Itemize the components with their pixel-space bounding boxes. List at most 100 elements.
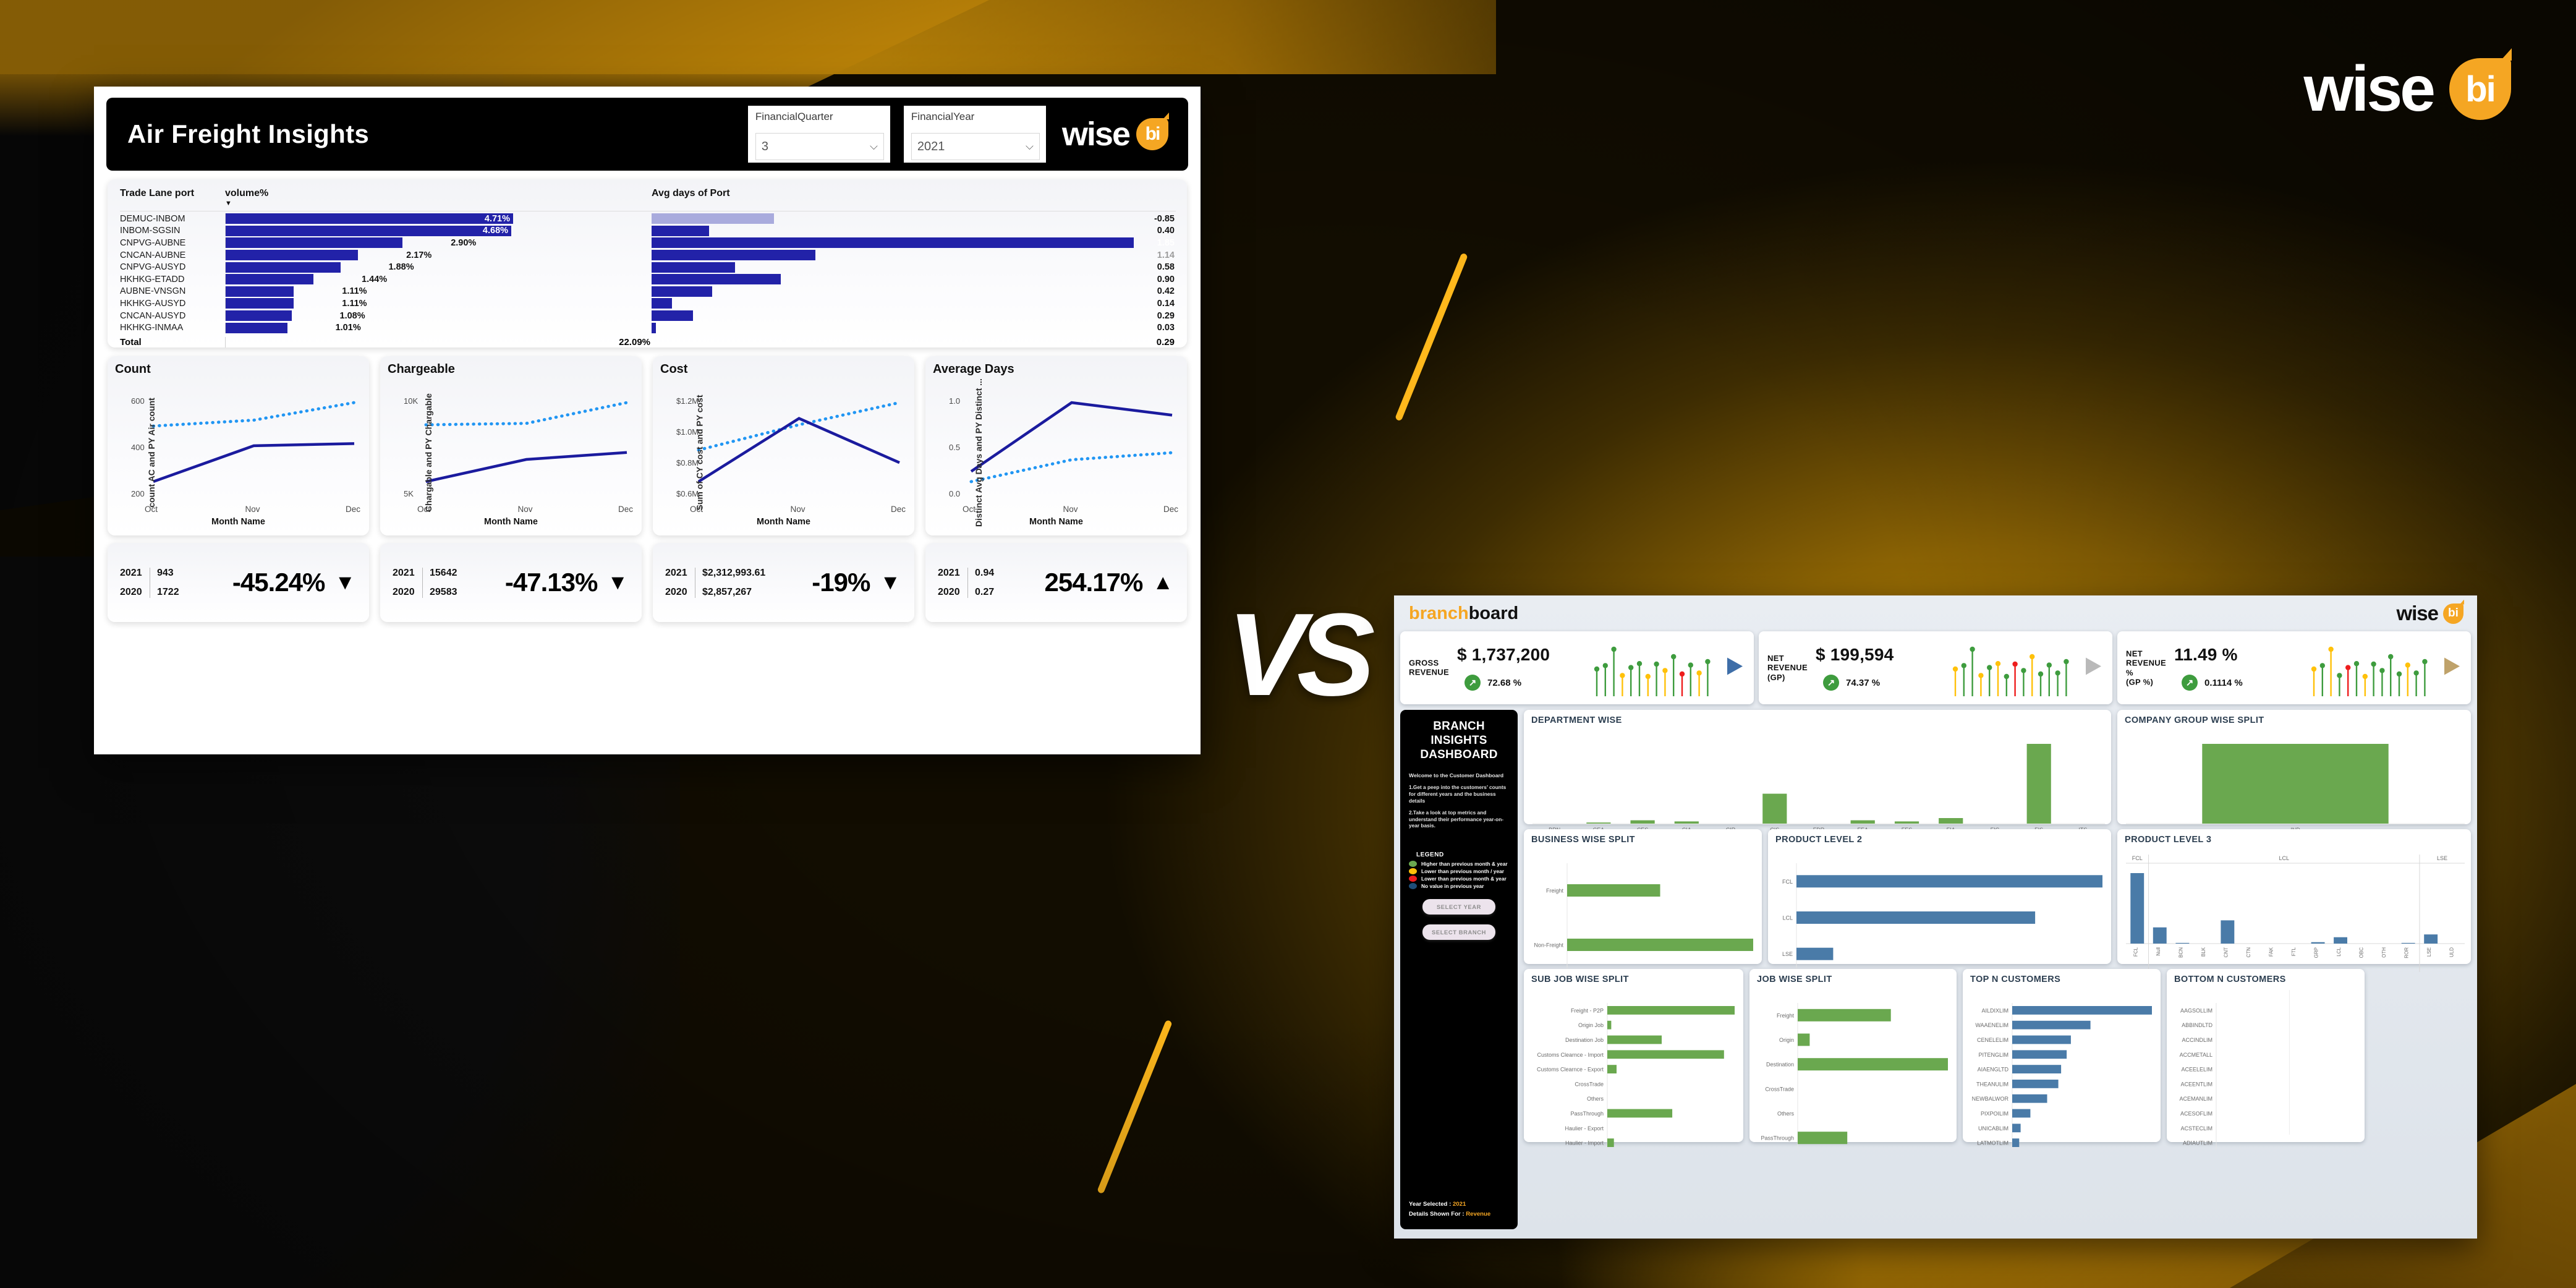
- bar[interactable]: [1567, 884, 1660, 897]
- bar[interactable]: [2401, 942, 2415, 944]
- table-row[interactable]: HKHKG-INMAA 1.01% 0.03: [120, 322, 1176, 334]
- bar[interactable]: [1674, 821, 1699, 824]
- bar[interactable]: [2334, 937, 2347, 944]
- column-header-lane[interactable]: Trade Lane port: [120, 188, 225, 207]
- chart-plot-area: 10K 5K Oct Nov Dec Chargable and PY Chargable…: [388, 377, 634, 529]
- slicer-dropdown[interactable]: 2021 ⌵: [911, 133, 1040, 160]
- bar[interactable]: [1607, 1065, 1617, 1073]
- sort-descending-icon[interactable]: ▼: [225, 200, 652, 207]
- y-axis-tick: 0.5: [949, 443, 961, 452]
- bar[interactable]: [1798, 1058, 1948, 1071]
- chart-plot-area: 1.0 0.5 0.0 Oct Nov Dec Distinct Avg Days and …: [933, 377, 1180, 529]
- kpi-gross-revenue[interactable]: GROSS REVENUE $ 1,737,200 ↗ 72.68 %: [1400, 631, 1754, 704]
- bar[interactable]: [1607, 1035, 1662, 1044]
- bar[interactable]: [2012, 1065, 2062, 1073]
- slicer-financial-quarter[interactable]: FinancialQuarter 3 ⌵: [747, 106, 890, 163]
- bar[interactable]: [2012, 1035, 2071, 1044]
- table-row[interactable]: DEMUC-INBOM 4.71% -0.85: [120, 213, 1176, 225]
- bar[interactable]: [2026, 744, 2051, 824]
- column-header-days[interactable]: Avg days of Port: [652, 188, 1176, 207]
- bar[interactable]: [1894, 821, 1919, 824]
- bar[interactable]: [1798, 1009, 1891, 1021]
- table-row[interactable]: CNPVG-AUBNE 2.90% 1.85: [120, 237, 1176, 249]
- bar[interactable]: [2202, 744, 2389, 824]
- kpi-net-revenue-gp-pct[interactable]: NET REVENUE% (GP %) 11.49 % ↗ 0.1114 %: [2117, 631, 2471, 704]
- play-arrow-icon[interactable]: [2442, 656, 2461, 680]
- chart-card-top-customers[interactable]: TOP N CUSTOMERS AILDIXLIM WAAENELIM CENELEL…: [1963, 969, 2161, 1150]
- chart-card-bottom-customers[interactable]: BOTTOM N CUSTOMERS AAGSOLLIM ABBINDLTD ACCI…: [2167, 969, 2365, 1150]
- bar[interactable]: [1939, 818, 1963, 824]
- sparkline-dot: [1952, 666, 1958, 672]
- bar[interactable]: [2012, 1094, 2047, 1103]
- bar[interactable]: [2012, 1050, 2067, 1059]
- bar[interactable]: [1762, 793, 1787, 824]
- chart-card-product-level-2[interactable]: PRODUCT LEVEL 2 FCL LCL LSE: [1768, 829, 2111, 972]
- chevron-down-icon[interactable]: ⌵: [870, 140, 878, 153]
- chevron-down-icon[interactable]: ⌵: [1026, 140, 1034, 153]
- bar[interactable]: [2012, 1109, 2031, 1118]
- sparkline-dot: [1654, 661, 1659, 667]
- table-row[interactable]: CNCAN-AUBNE 2.17% 1.14: [120, 249, 1176, 262]
- bar[interactable]: [1798, 1033, 1810, 1046]
- bar[interactable]: [1630, 820, 1655, 824]
- legend-color-dot: [1409, 868, 1417, 875]
- select-branch-button[interactable]: SELECT BRANCH: [1422, 924, 1495, 940]
- chart-card-company-group[interactable]: COMPANY GROUP WISE SPLIT IND: [2117, 710, 2471, 833]
- bar[interactable]: [1850, 820, 1875, 824]
- volume-value: 2.17%: [406, 250, 432, 260]
- table-row[interactable]: INBOM-SGSIN 4.68% 0.40: [120, 225, 1176, 237]
- select-year-button[interactable]: SELECT YEAR: [1422, 899, 1495, 915]
- chart-card-product-level-3[interactable]: PRODUCT LEVEL 3 FCL LCL LSE FCL Null BCN BLK CNT…: [2117, 829, 2471, 972]
- bar[interactable]: [1796, 911, 2036, 924]
- bar[interactable]: [1607, 1006, 1735, 1015]
- table-row[interactable]: AUBNE-VNSGN 1.11% 0.42: [120, 286, 1176, 298]
- bar[interactable]: [2012, 1138, 2020, 1147]
- branchboard-dashboard: branchboard wise bi GROSS REVENUE $ 1,737,…: [1394, 595, 2477, 1239]
- column-header-volume[interactable]: volume% ▼: [225, 188, 652, 207]
- slicer-financial-year[interactable]: FinancialYear 2021 ⌵: [903, 106, 1046, 163]
- chart-card-cost: Cost $1.2M $1.0M $0.8M $0.6M Oct Nov Dec Sum of …: [653, 356, 914, 535]
- bar[interactable]: [1796, 875, 2102, 888]
- bar[interactable]: [1796, 947, 1834, 960]
- table-row[interactable]: CNPVG-AUSYD 1.88% 0.58: [120, 261, 1176, 273]
- kpi-net-revenue-gp[interactable]: NET REVENUE (GP) $ 199,594 ↗ 74.37 %: [1759, 631, 2112, 704]
- sparkline-dot: [1636, 661, 1643, 667]
- y-axis-tick: Haulier - Export: [1565, 1125, 1604, 1132]
- table-row[interactable]: HKHKG-AUSYD 1.11% 0.14: [120, 297, 1176, 310]
- play-arrow-icon[interactable]: [2084, 656, 2102, 680]
- chart-card-department-wise[interactable]: DEPARTMENT WISE BRNCEACESCIACIRCISFDRFEAF…: [1524, 710, 2111, 833]
- bar[interactable]: [1586, 822, 1611, 824]
- chart-card-job-wise[interactable]: JOB WISE SPLIT Freight Origin Destination Cr…: [1749, 969, 1957, 1150]
- kpi-year-previous: 2020: [120, 586, 142, 597]
- cell-days: 0.14: [652, 298, 1176, 309]
- bar[interactable]: [2130, 873, 2145, 944]
- bar[interactable]: [2175, 942, 2190, 944]
- slicer-group: FinancialQuarter 3 ⌵ FinancialYear 2021 …: [747, 106, 1046, 163]
- bar[interactable]: [1607, 1109, 1673, 1118]
- bar[interactable]: [2012, 1020, 2091, 1030]
- bar[interactable]: [2221, 920, 2235, 944]
- play-arrow-icon[interactable]: [1725, 656, 1744, 680]
- bar[interactable]: [1567, 939, 1753, 951]
- bar[interactable]: [2311, 942, 2325, 944]
- bar[interactable]: [1607, 1138, 1614, 1147]
- bar[interactable]: [2012, 1124, 2021, 1133]
- up-triangle-icon: ▲: [1152, 571, 1173, 594]
- y-axis-tick: Origin: [1779, 1037, 1794, 1043]
- sparkline-dot: [2345, 665, 2351, 670]
- table-row[interactable]: HKHKG-ETADD 1.44% 0.90: [120, 273, 1176, 286]
- bar[interactable]: [2012, 1006, 2152, 1015]
- cell-volume: 1.44%: [225, 274, 652, 285]
- chart-card-sub-job-wise[interactable]: SUB JOB WISE SPLIT Freight - P2P Origin Jo…: [1524, 969, 1743, 1150]
- bar[interactable]: [2153, 927, 2167, 944]
- slicer-dropdown[interactable]: 3 ⌵: [755, 133, 884, 160]
- bar[interactable]: [1607, 1050, 1724, 1059]
- table-row[interactable]: CNCAN-AUSYD 1.08% 0.29: [120, 310, 1176, 322]
- bar[interactable]: [1607, 1020, 1612, 1030]
- cell-days: 0.90: [652, 274, 1176, 285]
- bar[interactable]: [2424, 934, 2438, 944]
- chart-card-business-wise[interactable]: BUSINESS WISE SPLIT Freight Non-Freight: [1524, 829, 1762, 972]
- kpi-content: 2021 2020 0.94 0.27 254.17% ▲: [925, 543, 1187, 622]
- bar[interactable]: [2012, 1080, 2059, 1088]
- bar[interactable]: [1798, 1132, 1848, 1145]
